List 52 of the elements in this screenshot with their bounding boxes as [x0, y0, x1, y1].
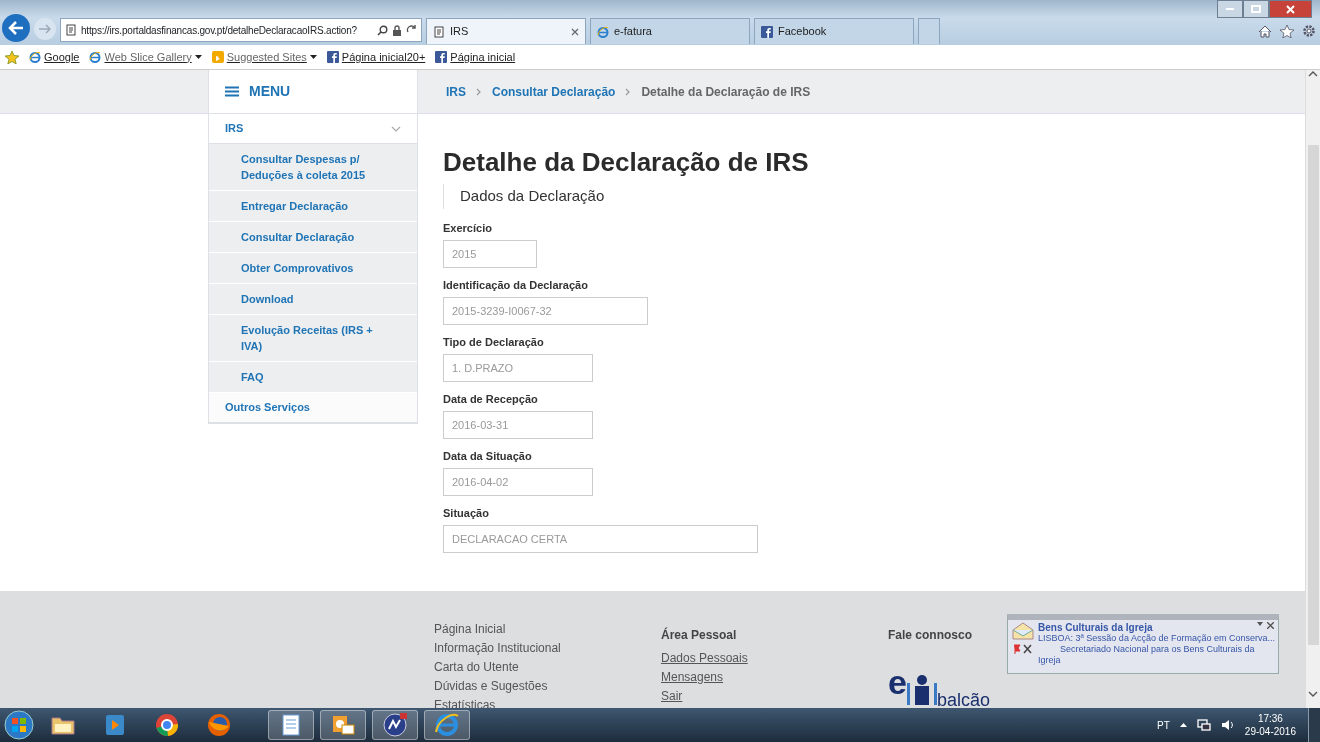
footer-link[interactable]: Sair	[661, 689, 683, 703]
page-title: Detalhe da Declaração de IRS	[443, 146, 809, 178]
field-label: Identificação da Declaração	[443, 278, 589, 292]
menu-button[interactable]: MENU	[208, 70, 418, 114]
notification-sender: Bens Culturais da Igreja	[1038, 622, 1153, 633]
field-label: Tipo de Declaração	[443, 335, 545, 349]
sidebar-subitem[interactable]: Download	[209, 284, 417, 315]
footer-link[interactable]: Informação Institucional	[434, 639, 661, 658]
url-text: https://irs.portaldasfinancas.gov.pt/detalheDeclaracaoIRS.action?	[81, 23, 357, 38]
favorite-link[interactable]: Suggested Sites	[211, 48, 317, 66]
browser-tab[interactable]: IRS	[426, 18, 586, 44]
sidebar-subitem[interactable]: Evolução Receitas (IRS + IVA)	[209, 315, 417, 362]
notification-subject: LISBOA: 3ª Sessão da Acção de Formação em Conserva...	[1038, 633, 1274, 644]
favorite-link[interactable]: Página inicial20+	[326, 48, 426, 66]
breadcrumb-current: Detalhe da Declaração de IRS	[641, 83, 811, 101]
field-label: Situação	[443, 506, 490, 520]
read-only-field: 2016-03-31	[443, 411, 593, 439]
footer-link[interactable]: Dados Pessoais	[661, 651, 748, 665]
address-field[interactable]: https://irs.portaldasfinancas.gov.pt/detalheDeclaracaoIRS.action?	[60, 18, 422, 42]
favorite-link[interactable]: Página inicial	[435, 48, 516, 66]
sidebar-subitem[interactable]: Obter Comprovativos	[209, 253, 417, 284]
field-label: Data da Situação	[443, 449, 533, 463]
sidebar-subitem[interactable]: Consultar Despesas p/ Deduções à coleta 2015	[209, 144, 417, 191]
favorite-link[interactable]: Web Slice Gallery	[89, 48, 202, 66]
footer-heading: Fale connosco	[888, 627, 974, 644]
footer-link[interactable]: Carta do Utente	[434, 658, 661, 677]
browser-tab[interactable]: e-fatura	[590, 18, 750, 44]
footer-link[interactable]: Página Inicial	[434, 620, 661, 639]
read-only-field: 2015-3239-I0067-32	[443, 297, 648, 325]
notification-body: Secretariado Nacional para os Bens Culturais da Igreja	[1038, 644, 1256, 666]
breadcrumb-link[interactable]: IRS	[446, 82, 466, 101]
breadcrumb-link[interactable]: Consultar Declaração	[492, 82, 616, 101]
field-label: Data de Recepção	[443, 392, 539, 406]
sidebar-subitem[interactable]: FAQ	[209, 362, 417, 393]
browser-tab[interactable]: Facebook	[754, 18, 914, 44]
footer-link[interactable]: Dúvidas e Sugestões	[434, 677, 661, 696]
read-only-field: DECLARACAO CERTA	[443, 525, 758, 553]
read-only-field: 2016-04-02	[443, 468, 593, 496]
footer-heading: Área Pessoal	[661, 626, 738, 644]
sidebar-subitem[interactable]: Consultar Declaração	[209, 222, 417, 253]
section-title: Dados da Declaração	[443, 184, 809, 209]
sidebar-item[interactable]: Outros Serviços	[209, 393, 417, 423]
e-balcao-logo[interactable]: e balcão	[888, 653, 1003, 705]
field-label: Exercício	[443, 221, 493, 235]
language-indicator[interactable]: PT	[1157, 717, 1170, 733]
favorite-link[interactable]: Google	[29, 48, 80, 66]
footer-link[interactable]: Mensagens	[661, 670, 724, 684]
clock[interactable]: 17:36 29-04-2016	[1244, 712, 1296, 738]
read-only-field: 2015	[443, 240, 537, 268]
notification-popup[interactable]: Bens Culturais da Igreja LISBOA: 3ª Sessão da Acção de Formação em Conserva... Secretariado Nacional para os Bens Culturais da Igreja	[1007, 614, 1279, 674]
read-only-field: 1. D.PRAZO	[443, 354, 593, 382]
sidebar-subitem[interactable]: Entregar Declaração	[209, 191, 417, 222]
